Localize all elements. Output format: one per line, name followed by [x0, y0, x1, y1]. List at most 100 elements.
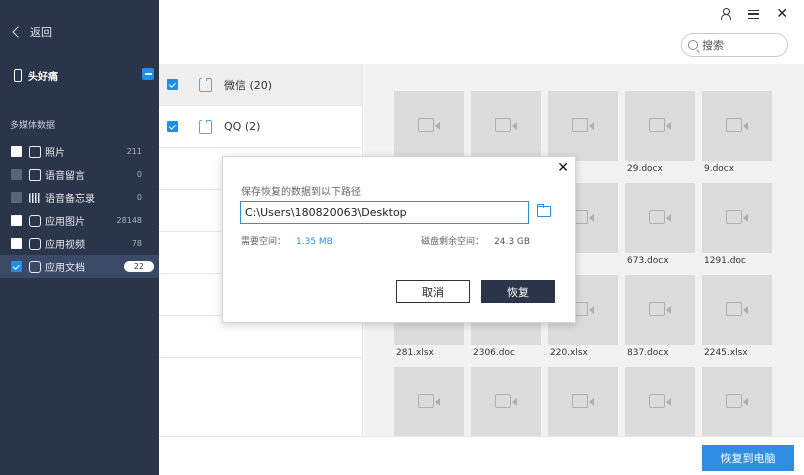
close-icon[interactable]: ✕	[776, 7, 788, 21]
file-tile[interactable]: 9.docx	[702, 91, 772, 174]
item-count: 211	[126, 147, 142, 156]
sidebar-item-voicemail[interactable]: 语音留言 0	[0, 163, 159, 186]
top-bar: ✕	[159, 0, 804, 64]
sidebar-item-photos[interactable]: 照片 211	[0, 140, 159, 163]
file-name: 837.docx	[627, 348, 669, 358]
source-item-qq[interactable]: QQ (2)	[159, 106, 362, 148]
video-icon	[572, 118, 594, 132]
checkbox[interactable]	[11, 261, 22, 272]
file-name: 1291.doc	[704, 256, 746, 266]
sidebar-item-label: 语音备忘录	[45, 194, 95, 205]
video-icon	[726, 118, 748, 132]
video-icon	[649, 210, 671, 224]
video-icon	[649, 302, 671, 316]
save-path-field[interactable]	[240, 201, 529, 224]
file-tile[interactable]: 837.docx	[625, 275, 695, 358]
file-name: 673.docx	[627, 256, 669, 266]
file-tile[interactable]	[471, 91, 541, 161]
item-count: 0	[136, 170, 142, 179]
file-tile[interactable]	[702, 367, 772, 436]
image-icon	[29, 145, 41, 158]
source-item-wechat[interactable]: 微信 (20)	[159, 64, 362, 106]
file-name: 2306.doc	[473, 348, 515, 358]
file-tile[interactable]	[394, 91, 464, 161]
item-count: 28148	[116, 216, 142, 225]
file-tile[interactable]	[471, 367, 541, 436]
free-space: 磁盘剩余空间： 24.3 GB	[421, 234, 530, 247]
sidebar-item-label: 应用文档	[45, 263, 85, 274]
cancel-button[interactable]: 取消	[396, 280, 470, 303]
document-icon	[199, 119, 212, 134]
file-tile[interactable]: 1291.doc	[702, 183, 772, 266]
restore-button[interactable]: 恢复	[481, 280, 555, 303]
device-row[interactable]: 头好痛	[14, 68, 154, 83]
cube-icon	[29, 237, 41, 250]
cube-icon	[29, 260, 41, 273]
cube-icon	[29, 214, 41, 227]
recover-to-pc-button[interactable]: 恢复到电脑	[702, 445, 794, 471]
sidebar-item-label: 语音留言	[45, 171, 85, 182]
document-icon	[199, 77, 212, 92]
source-label: 微信 (20)	[224, 78, 273, 92]
phone-icon	[14, 69, 22, 82]
close-icon[interactable]: ✕	[557, 160, 569, 176]
video-icon	[726, 302, 748, 316]
chevron-left-icon	[12, 26, 24, 38]
video-icon	[572, 394, 594, 408]
sidebar-item-label: 照片	[45, 148, 65, 159]
video-icon	[649, 394, 671, 408]
folder-icon[interactable]	[537, 204, 551, 217]
menu-icon[interactable]	[748, 9, 760, 19]
category-list: 照片 211 语音留言 0 语音备忘录 0 应用图片 28148 应用视频 78	[0, 140, 159, 278]
save-path-dialog: ✕ 保存恢复的数据到以下路径 需要空间： 1.35 MB 磁盘剩余空间： 24.3 …	[222, 156, 576, 323]
back-label: 返回	[30, 26, 52, 39]
checkbox[interactable]	[167, 79, 178, 90]
video-icon	[418, 394, 440, 408]
sidebar-item-app-videos[interactable]: 应用视频 78	[0, 232, 159, 255]
file-name: 281.xlsx	[396, 348, 434, 358]
video-icon	[726, 394, 748, 408]
device-name: 头好痛	[28, 72, 58, 83]
sidebar-item-voice-memos[interactable]: 语音备忘录 0	[0, 186, 159, 209]
checkbox[interactable]	[11, 192, 22, 203]
user-icon[interactable]	[720, 8, 732, 20]
dialog-title: 保存恢复的数据到以下路径	[241, 187, 361, 198]
section-title: 多媒体数据	[10, 121, 56, 131]
file-tile[interactable]	[548, 91, 618, 161]
file-name: 9.docx	[704, 164, 735, 174]
file-name: 29.docx	[627, 164, 663, 174]
file-tile[interactable]: 2245.xlsx	[702, 275, 772, 358]
checkbox[interactable]	[11, 169, 22, 180]
file-tile[interactable]: 29.docx	[625, 91, 695, 174]
video-icon	[418, 118, 440, 132]
sidebar-item-label: 应用图片	[45, 217, 85, 228]
file-name: 2245.xlsx	[704, 348, 748, 358]
free-space-label: 磁盘剩余空间：	[421, 237, 485, 247]
sidebar-item-label: 应用视频	[45, 240, 85, 251]
file-tile[interactable]: 673.docx	[625, 183, 695, 266]
required-space: 需要空间： 1.35 MB	[241, 234, 333, 247]
search-box[interactable]	[681, 33, 788, 57]
device-select-checkbox[interactable]	[142, 68, 154, 80]
checkbox[interactable]	[11, 215, 22, 226]
sidebar-item-app-documents[interactable]: 应用文档 22	[0, 255, 159, 278]
source-label: QQ (2)	[224, 120, 261, 133]
sidebar-item-app-photos[interactable]: 应用图片 28148	[0, 209, 159, 232]
checkbox[interactable]	[11, 238, 22, 249]
checkbox[interactable]	[11, 146, 22, 157]
voicemail-icon	[29, 168, 41, 181]
search-input[interactable]	[702, 38, 772, 52]
free-space-value: 24.3 GB	[494, 237, 531, 247]
required-space-label: 需要空间：	[241, 237, 287, 247]
back-button[interactable]: 返回	[12, 24, 52, 40]
file-tile[interactable]	[394, 367, 464, 436]
video-icon	[495, 118, 517, 132]
item-count: 78	[131, 239, 142, 248]
video-icon	[726, 210, 748, 224]
video-icon	[649, 118, 671, 132]
file-tile[interactable]	[625, 367, 695, 436]
window-controls: ✕	[720, 7, 788, 21]
file-tile[interactable]	[548, 367, 618, 436]
checkbox[interactable]	[167, 121, 178, 132]
search-icon	[688, 40, 698, 50]
